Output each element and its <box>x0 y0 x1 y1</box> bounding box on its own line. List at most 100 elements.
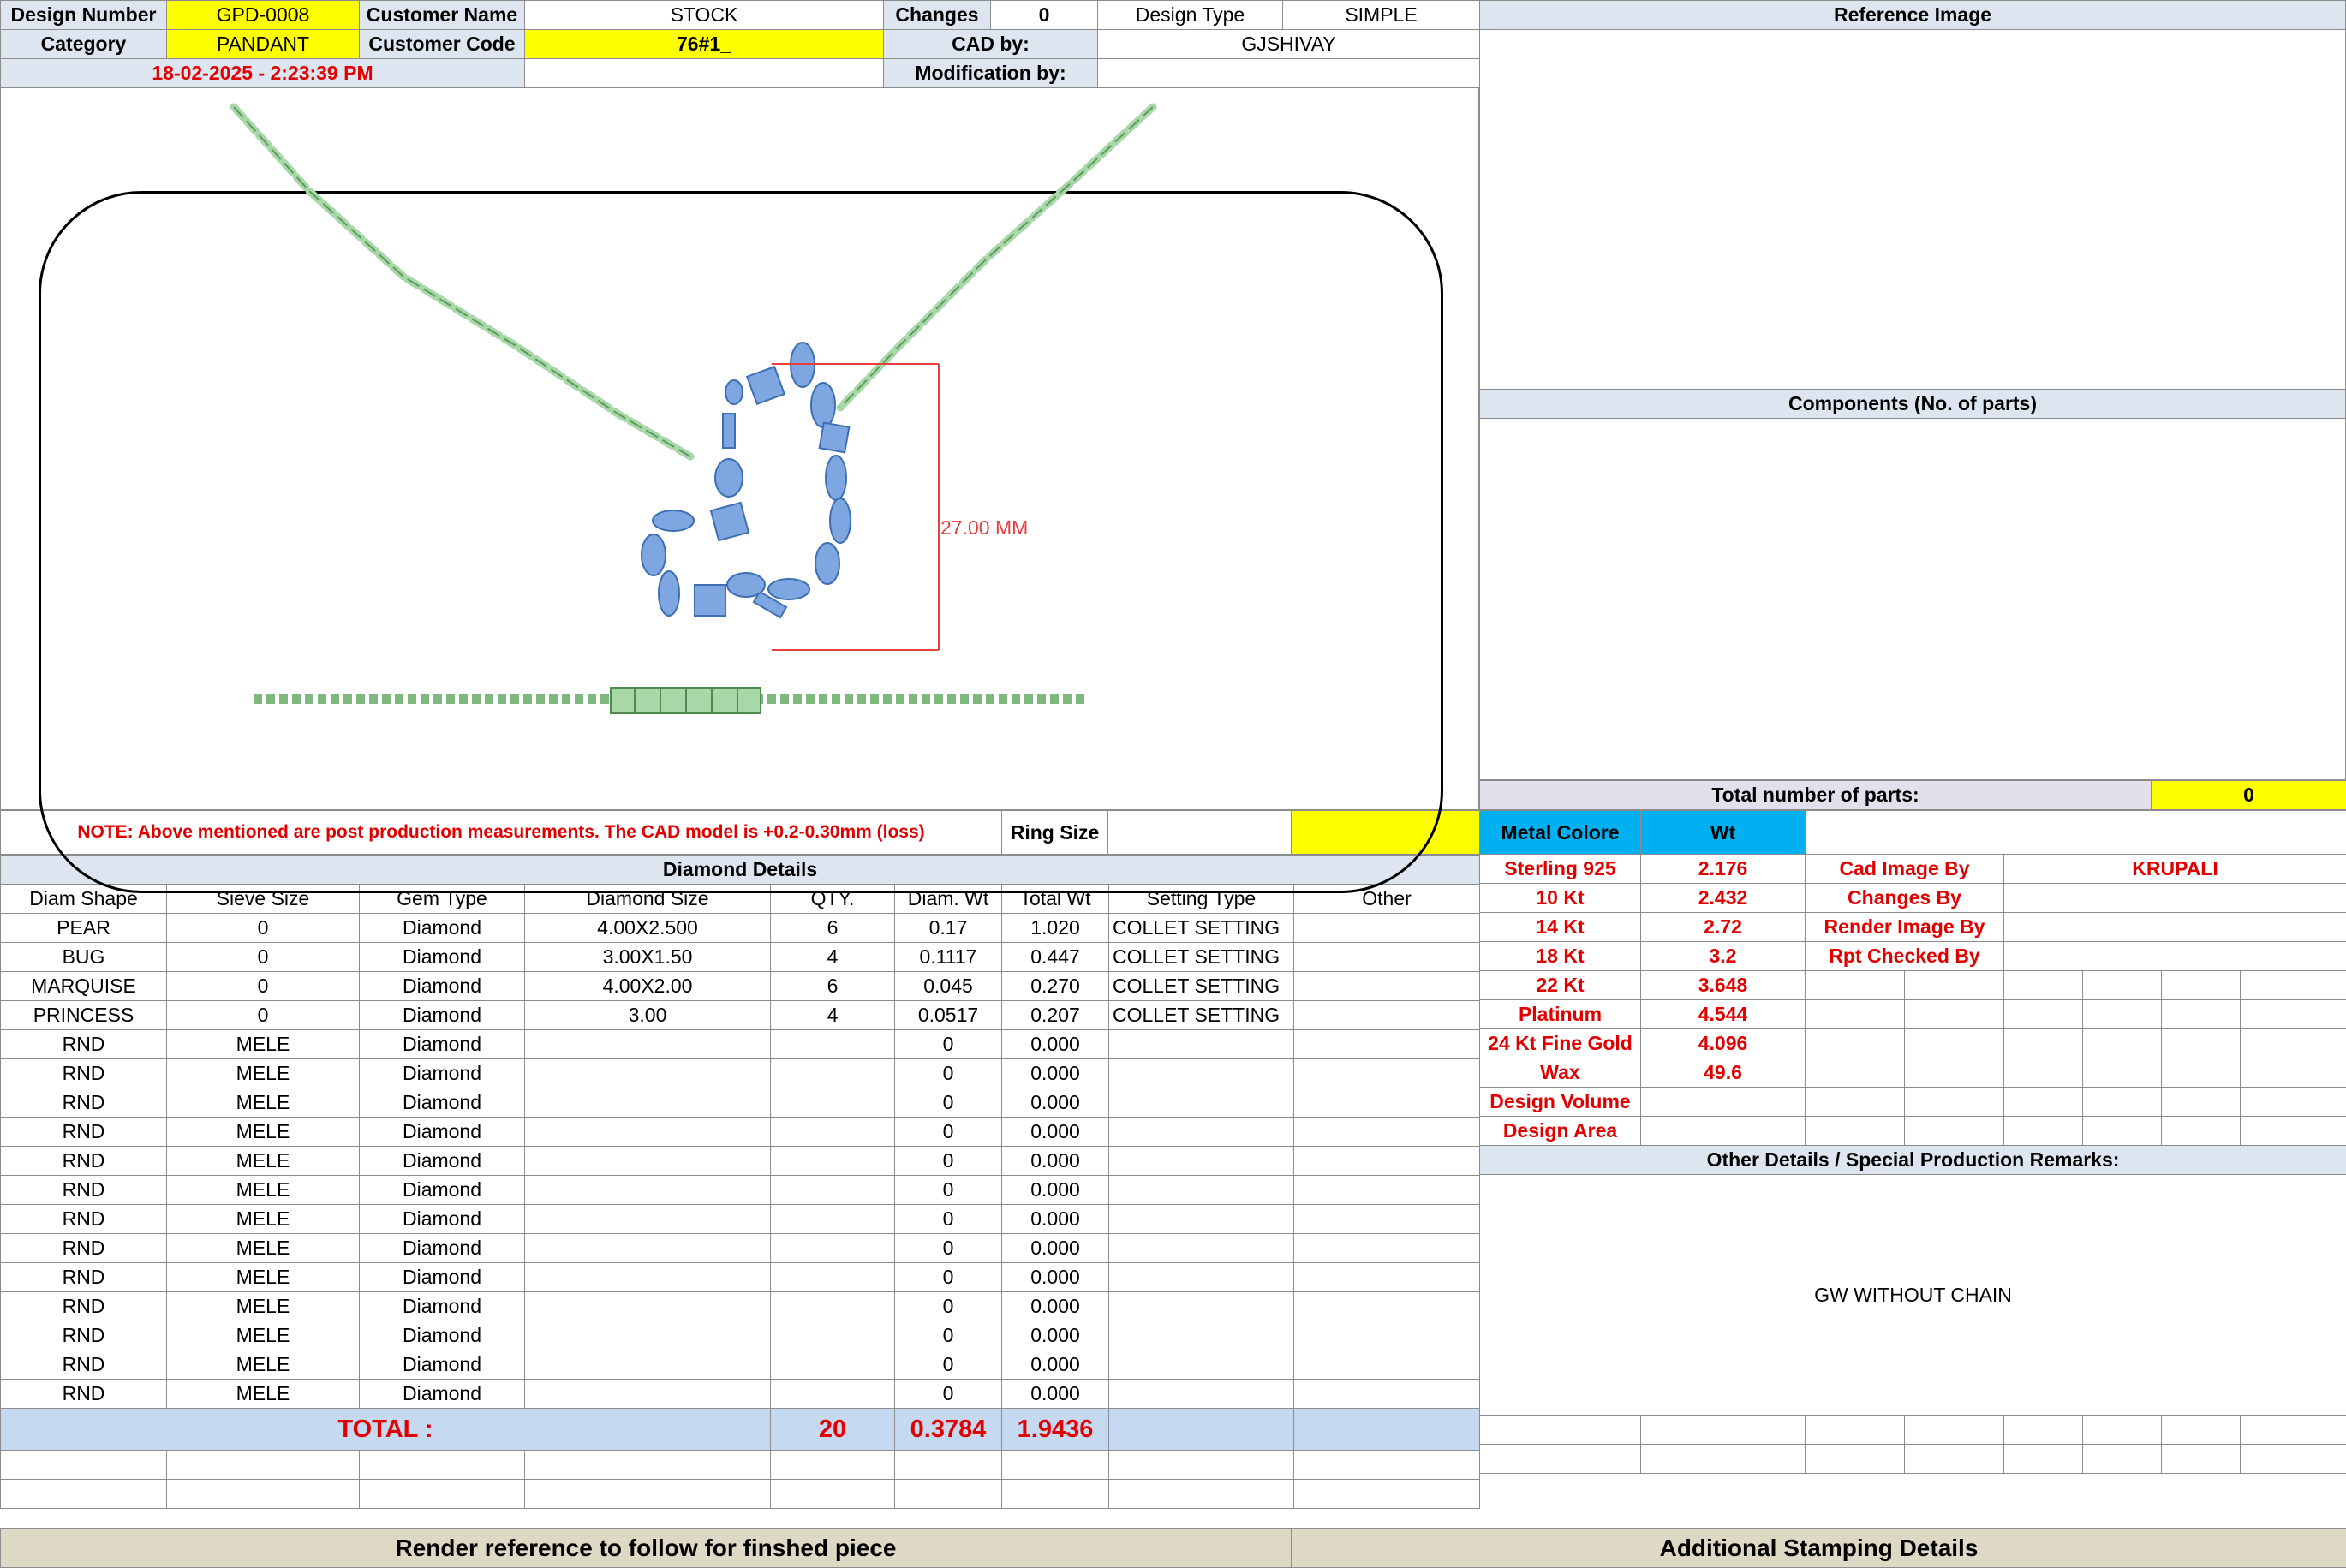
diamond-cell[interactable]: 0 <box>894 1291 1002 1321</box>
diamond-cell[interactable]: RND <box>0 1204 167 1234</box>
diamond-cell[interactable] <box>770 1291 895 1321</box>
diamond-cell[interactable] <box>770 1262 895 1292</box>
diamond-cell[interactable]: 4 <box>770 1000 895 1030</box>
diamond-cell[interactable]: 0 <box>894 1321 1002 1350</box>
diamond-cell[interactable] <box>1108 1204 1294 1234</box>
diamond-cell[interactable]: 3.00X1.50 <box>524 942 771 972</box>
diamond-cell[interactable] <box>1292 1233 1481 1263</box>
metal-weight[interactable] <box>1640 1087 1806 1117</box>
diamond-cell[interactable]: Diamond <box>359 1233 525 1263</box>
diamond-cell[interactable] <box>770 1146 895 1176</box>
diamond-cell[interactable] <box>524 1117 771 1147</box>
diamond-cell[interactable]: 0 <box>894 1058 1002 1088</box>
diamond-cell[interactable]: 0.000 <box>1001 1175 1109 1205</box>
diamond-cell[interactable]: PEAR <box>0 913 167 943</box>
diamond-cell[interactable]: Diamond <box>359 1291 525 1321</box>
diamond-cell[interactable]: COLLET SETTING <box>1108 971 1294 1001</box>
credit-value[interactable] <box>2003 941 2346 971</box>
remarks-text[interactable]: GW WITHOUT CHAIN <box>1479 1174 2346 1416</box>
diamond-cell[interactable] <box>1292 1321 1481 1350</box>
diamond-cell[interactable]: 0.000 <box>1001 1058 1109 1088</box>
diamond-cell[interactable]: COLLET SETTING <box>1108 913 1294 943</box>
diamond-cell[interactable]: 0 <box>894 1233 1002 1263</box>
diamond-cell[interactable]: MELE <box>166 1058 360 1088</box>
diamond-cell[interactable] <box>1108 1233 1294 1263</box>
diamond-cell[interactable]: 0 <box>894 1117 1002 1147</box>
diamond-cell[interactable]: MELE <box>166 1262 360 1292</box>
diamond-cell[interactable] <box>1108 1291 1294 1321</box>
diamond-cell[interactable]: 0.000 <box>1001 1204 1109 1234</box>
diamond-cell[interactable] <box>1292 1029 1481 1059</box>
diamond-cell[interactable] <box>770 1350 895 1380</box>
diamond-cell[interactable] <box>1108 1321 1294 1350</box>
diamond-cell[interactable] <box>1108 1117 1294 1147</box>
diamond-cell[interactable] <box>770 1175 895 1205</box>
diamond-cell[interactable] <box>1292 1088 1481 1118</box>
diamond-cell[interactable] <box>1292 1058 1481 1088</box>
diamond-cell[interactable]: 0.000 <box>1001 1117 1109 1147</box>
diamond-cell[interactable] <box>770 1233 895 1263</box>
diamond-cell[interactable]: Diamond <box>359 1117 525 1147</box>
design-number-value[interactable]: GPD-0008 <box>166 0 360 30</box>
diamond-cell[interactable]: 0.000 <box>1001 1262 1109 1292</box>
diamond-cell[interactable]: MELE <box>166 1204 360 1234</box>
diamond-cell[interactable]: 1.020 <box>1001 913 1109 943</box>
diamond-cell[interactable] <box>1108 1146 1294 1176</box>
diamond-cell[interactable]: Diamond <box>359 1175 525 1205</box>
metal-weight[interactable]: 49.6 <box>1640 1058 1806 1088</box>
diamond-cell[interactable]: Diamond <box>359 942 525 972</box>
diamond-cell[interactable]: 0 <box>166 971 360 1001</box>
diamond-cell[interactable]: Diamond <box>359 1029 525 1059</box>
diamond-cell[interactable]: PRINCESS <box>0 1000 167 1030</box>
diamond-cell[interactable]: RND <box>0 1117 167 1147</box>
diamond-cell[interactable]: 0.000 <box>1001 1088 1109 1118</box>
diamond-cell[interactable]: 0.270 <box>1001 971 1109 1001</box>
diamond-cell[interactable]: 3.00 <box>524 1000 771 1030</box>
category-value[interactable]: PANDANT <box>166 29 360 59</box>
diamond-cell[interactable]: MELE <box>166 1029 360 1059</box>
diamond-cell[interactable]: MELE <box>166 1233 360 1263</box>
diamond-cell[interactable] <box>524 1321 771 1350</box>
diamond-cell[interactable] <box>1292 1204 1481 1234</box>
diamond-cell[interactable]: 0 <box>166 1000 360 1030</box>
diamond-cell[interactable]: 0.000 <box>1001 1321 1109 1350</box>
diamond-cell[interactable]: 0.000 <box>1001 1146 1109 1176</box>
customer-code-value[interactable]: 76#1_ <box>524 29 884 59</box>
diamond-cell[interactable]: COLLET SETTING <box>1108 1000 1294 1030</box>
diamond-cell[interactable]: RND <box>0 1175 167 1205</box>
diamond-cell[interactable] <box>1292 1262 1481 1292</box>
diamond-cell[interactable]: 4 <box>770 942 895 972</box>
metal-weight[interactable]: 4.544 <box>1640 999 1806 1029</box>
diamond-cell[interactable]: 0.207 <box>1001 1000 1109 1030</box>
diamond-cell[interactable]: MELE <box>166 1350 360 1380</box>
diamond-cell[interactable]: RND <box>0 1262 167 1292</box>
diamond-cell[interactable] <box>1108 1029 1294 1059</box>
diamond-cell[interactable]: 0 <box>894 1204 1002 1234</box>
diamond-cell[interactable]: MELE <box>166 1088 360 1118</box>
customer-name-value[interactable]: STOCK <box>524 0 884 30</box>
diamond-cell[interactable] <box>524 1175 771 1205</box>
diamond-cell[interactable]: 0.000 <box>1001 1350 1109 1380</box>
diamond-cell[interactable] <box>524 1204 771 1234</box>
diamond-cell[interactable] <box>524 1146 771 1176</box>
diamond-cell[interactable] <box>1292 1175 1481 1205</box>
credit-value[interactable] <box>2003 883 2346 913</box>
diamond-cell[interactable]: 4.00X2.500 <box>524 913 771 943</box>
diamond-cell[interactable] <box>770 1204 895 1234</box>
diamond-cell[interactable] <box>1292 1291 1481 1321</box>
diamond-cell[interactable]: Diamond <box>359 1321 525 1350</box>
cad-by-value[interactable]: GJSHIVAY <box>1097 29 1480 59</box>
diamond-cell[interactable]: MELE <box>166 1117 360 1147</box>
diamond-cell[interactable]: 6 <box>770 913 895 943</box>
diamond-cell[interactable]: 0 <box>894 1379 1002 1409</box>
diamond-cell[interactable] <box>524 1088 771 1118</box>
diamond-cell[interactable]: 0 <box>166 913 360 943</box>
diamond-cell[interactable]: RND <box>0 1146 167 1176</box>
metal-weight[interactable] <box>1640 1116 1806 1146</box>
diamond-cell[interactable] <box>524 1291 771 1321</box>
diamond-cell[interactable]: 0.1117 <box>894 942 1002 972</box>
diamond-cell[interactable]: Diamond <box>359 1350 525 1380</box>
diamond-cell[interactable]: MELE <box>166 1321 360 1350</box>
diamond-cell[interactable] <box>1292 1000 1481 1030</box>
metal-weight[interactable]: 2.432 <box>1640 883 1806 913</box>
